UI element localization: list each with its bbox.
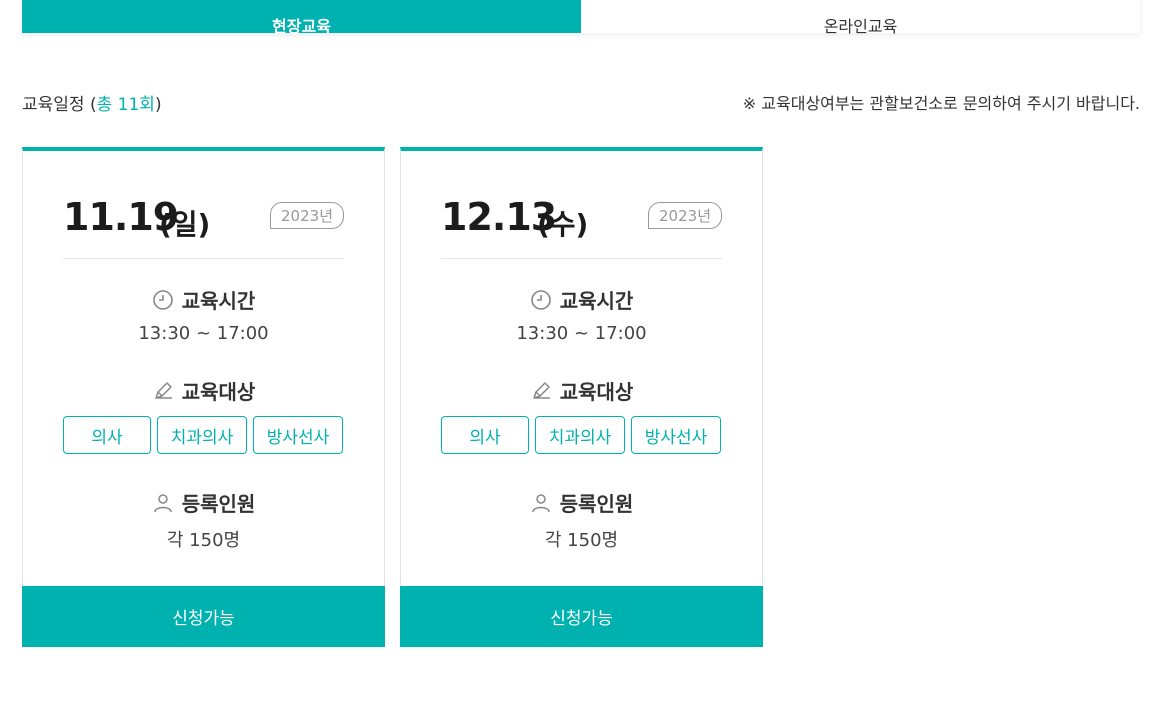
person-icon [153,494,172,513]
day-of-week: (일) [159,208,211,241]
target-tags: 의사 치과의사 방사선사 [441,416,722,454]
apply-button[interactable]: 신청가능 [400,586,763,647]
year-badge: 2023년 [648,202,722,229]
close-paren: ) [154,95,162,115]
schedule-heading: 교육일정 (총 11회) [22,90,162,115]
tab-onsite-education[interactable]: 현장교육 [22,0,581,36]
time-label: 교육시간 [559,289,634,313]
capacity-title: 등록인원 [401,488,762,517]
tab-label: 현장교육 [272,16,331,36]
capacity-label: 등록인원 [559,492,634,516]
day-of-week: (수) [537,208,589,241]
tab-bar: 현장교육 온라인교육 [22,0,1140,36]
schedule-total: 총 11회 [96,95,155,115]
time-value: 13:30 ~ 17:00 [138,323,269,344]
capacity-value: 각 150명 [166,530,241,551]
target-label: 교육대상 [559,380,634,404]
pencil-icon [532,382,550,399]
eligibility-notice: ※ 교육대상여부는 관할보건소로 문의하여 주시기 바랍니다. [742,94,1140,113]
pencil-icon [154,382,172,399]
apply-button[interactable]: 신청가능 [22,586,385,647]
education-card: 12.13 (수) 2023년 교육시간 13:30 ~ 17:00 교육대상 … [400,147,763,647]
target-label: 교육대상 [181,380,256,404]
target-tag-radiologist[interactable]: 방사선사 [253,416,343,454]
year-badge: 2023년 [270,202,344,229]
person-icon [531,494,550,513]
capacity-value: 각 150명 [544,530,619,551]
clock-icon [152,290,173,310]
target-tag-radiologist[interactable]: 방사선사 [631,416,721,454]
target-tags: 의사 치과의사 방사선사 [63,416,344,454]
tab-label: 온라인교육 [823,16,898,36]
target-tag-doctor[interactable]: 의사 [441,416,529,454]
schedule-label: 교육일정 [22,95,85,115]
time-title: 교육시간 [23,285,384,314]
time-label: 교육시간 [181,289,256,313]
target-tag-doctor[interactable]: 의사 [63,416,151,454]
target-tag-dentist[interactable]: 치과의사 [535,416,625,454]
target-title: 교육대상 [23,376,384,405]
capacity-label: 등록인원 [181,492,256,516]
capacity-title: 등록인원 [23,488,384,517]
tab-online-education[interactable]: 온라인교육 [581,0,1140,36]
education-card: 11.19 (일) 2023년 교육시간 13:30 ~ 17:00 교육대상 … [22,147,385,647]
date-row: 11.19 (일) 2023년 [63,195,344,259]
time-title: 교육시간 [401,285,762,314]
clock-icon [530,290,551,310]
time-value: 13:30 ~ 17:00 [516,323,647,344]
date-row: 12.13 (수) 2023년 [441,195,722,259]
target-title: 교육대상 [401,376,762,405]
open-paren: ( [89,95,97,115]
target-tag-dentist[interactable]: 치과의사 [157,416,247,454]
